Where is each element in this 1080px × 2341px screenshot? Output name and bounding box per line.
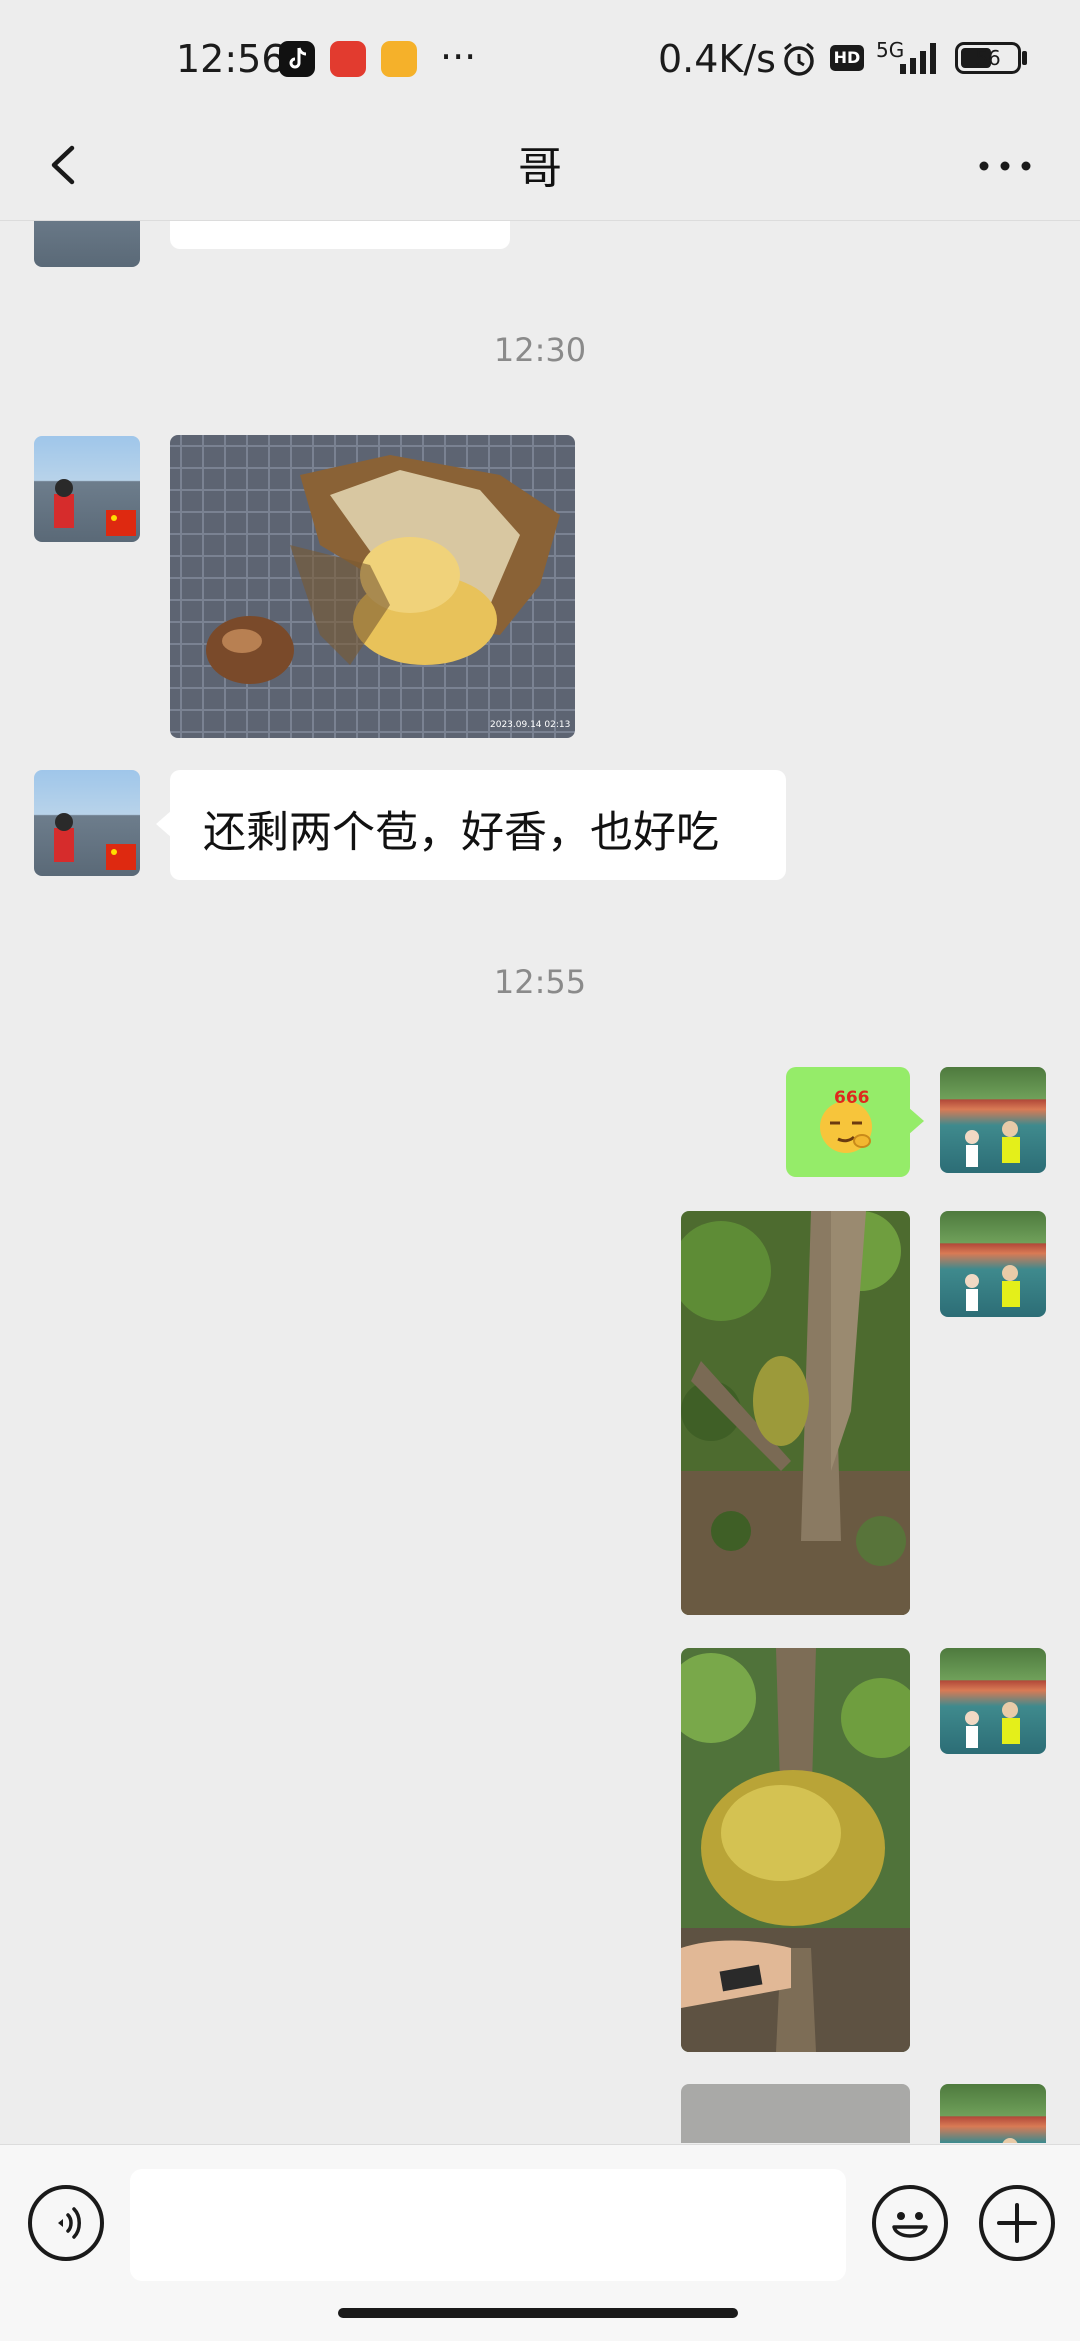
contact-avatar[interactable] bbox=[34, 436, 140, 542]
sticker-message[interactable]: 666 bbox=[786, 1067, 924, 1177]
photo-message-tree-trunk[interactable] bbox=[681, 1211, 910, 1615]
app-yellow-icon bbox=[381, 41, 417, 77]
my-avatar[interactable] bbox=[940, 1067, 1046, 1173]
photo-message-partial[interactable] bbox=[681, 2084, 910, 2143]
photo-message-jackfruit-hand[interactable] bbox=[681, 1648, 910, 2052]
battery-level: 56 bbox=[975, 46, 1001, 70]
message-bubble-previous[interactable] bbox=[170, 221, 510, 249]
network-speed: 0.4K/s bbox=[658, 37, 776, 81]
battery-icon: 56 bbox=[955, 42, 1021, 74]
photo-message-fruit-opened[interactable]: 2023.09.14 02:13 bbox=[170, 435, 575, 738]
my-avatar[interactable] bbox=[940, 2084, 1046, 2143]
alarm-icon bbox=[780, 40, 818, 78]
timestamp: 12:55 bbox=[493, 963, 587, 1001]
message-text: 还剩两个苞，好香，也好吃 bbox=[203, 808, 719, 858]
app-red-icon bbox=[330, 41, 366, 77]
status-time: 12:56 bbox=[176, 37, 286, 81]
add-button[interactable] bbox=[979, 2185, 1055, 2261]
chat-messages-area[interactable]: 12:30 2023.09.14 02:13 还剩两个苞，好香，也好吃 12:5… bbox=[0, 221, 1080, 2143]
message-input[interactable] bbox=[130, 2169, 846, 2281]
emoji-button[interactable] bbox=[872, 2185, 948, 2261]
contact-avatar[interactable] bbox=[34, 221, 140, 267]
status-more-icon: ··· bbox=[440, 35, 477, 79]
contact-avatar[interactable] bbox=[34, 770, 140, 876]
status-bar: 12:56 ··· 0.4K/s HD 5G 56 bbox=[0, 0, 1080, 110]
my-avatar[interactable] bbox=[940, 1211, 1046, 1317]
more-menu-button[interactable] bbox=[970, 130, 1040, 200]
chat-header: 哥 bbox=[0, 110, 1080, 221]
sticker-text: 666 bbox=[834, 1089, 870, 1108]
emoji-icon bbox=[892, 2212, 928, 2238]
message-bubble-text[interactable]: 还剩两个苞，好香，也好吃 bbox=[156, 770, 786, 880]
photo-timestamp: 2023.09.14 02:13 bbox=[490, 720, 570, 730]
voice-icon bbox=[58, 2207, 81, 2239]
tiktok-icon bbox=[279, 41, 315, 77]
smirk-emoji-icon: 666 bbox=[820, 1089, 872, 1153]
bubble-tail bbox=[908, 1107, 924, 1135]
hd-badge: HD bbox=[830, 45, 864, 71]
signal-icon bbox=[898, 40, 942, 74]
timestamp: 12:30 bbox=[493, 331, 587, 369]
page-title: 哥 bbox=[518, 143, 562, 194]
voice-button[interactable] bbox=[28, 2185, 104, 2261]
home-indicator[interactable] bbox=[338, 2308, 738, 2318]
bubble-tail bbox=[156, 810, 172, 838]
more-dots-icon bbox=[979, 161, 1031, 171]
plus-icon bbox=[997, 2203, 1037, 2243]
battery-tip bbox=[1022, 51, 1027, 65]
my-avatar[interactable] bbox=[940, 1648, 1046, 1754]
